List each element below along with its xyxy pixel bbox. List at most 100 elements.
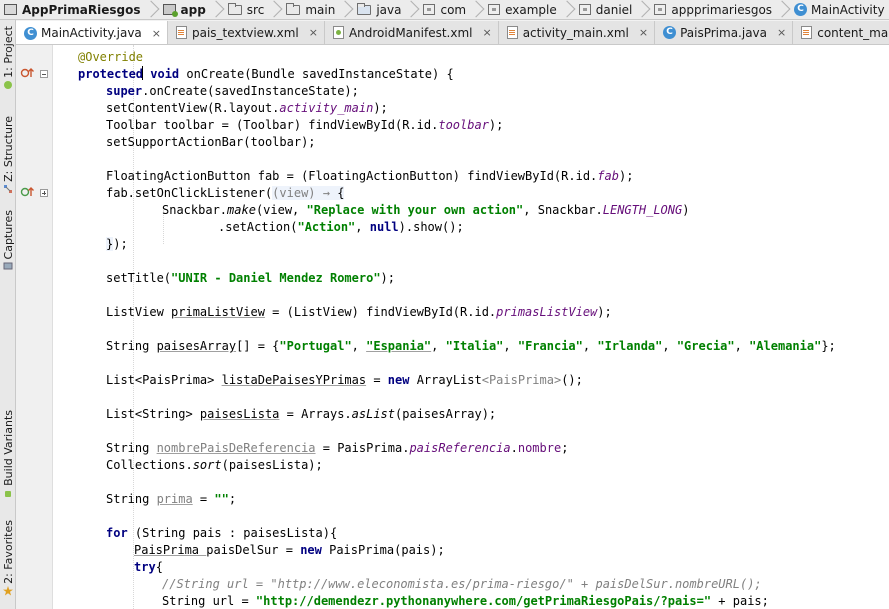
breadcrumb-label: daniel <box>595 2 633 17</box>
package-icon <box>423 4 436 15</box>
code-line-14: String paisesArray[] = {"Portugal", "Esp… <box>106 339 836 353</box>
code-line-5: Toolbar toolbar = (Toolbar) findViewById… <box>106 118 504 132</box>
breadcrumb-label: appprimariesgos <box>671 2 773 17</box>
implements-marker-icon[interactable] <box>20 186 36 198</box>
tab-label: content_main.xml <box>817 25 889 40</box>
project-icon <box>4 4 17 15</box>
code-editor[interactable]: @Override protected void onCreate(Bundle… <box>53 45 889 609</box>
code-line-16: List<String> paisesLista = Arrays.asList… <box>106 407 497 421</box>
override-marker-icon[interactable] <box>20 67 36 79</box>
code-line-7: FloatingActionButton fab = (FloatingActi… <box>106 169 634 183</box>
code-line-3: super.onCreate(savedInstanceState); <box>106 84 359 98</box>
code-line-23: //String url = "http://www.eleconomista.… <box>162 577 762 591</box>
chevron-right-icon <box>561 0 573 20</box>
manifest-file-icon <box>332 26 344 39</box>
build-variants-tool-tab[interactable]: Build Variants <box>0 410 16 500</box>
package-icon <box>488 4 501 15</box>
fold-plus-icon[interactable] <box>40 189 48 197</box>
xml-file-icon <box>801 26 813 39</box>
android-icon <box>4 80 12 89</box>
breadcrumb-project[interactable]: AppPrimaRiesgos <box>0 0 159 20</box>
code-line-1: @Override <box>78 50 144 64</box>
package-icon <box>578 4 591 15</box>
code-line-2: protected void onCreate(Bundle savedInst… <box>78 66 454 81</box>
navigation-breadcrumb: AppPrimaRiesgos app src main java com ex… <box>0 0 889 20</box>
code-line-6: setSupportActionBar(toolbar); <box>106 135 316 149</box>
build-variants-tool-label: Build Variants <box>1 410 15 486</box>
code-line-19: String prima = ""; <box>106 492 237 506</box>
code-line-21: PaisPrima paisDelSur = new PaisPrima(pai… <box>134 543 445 557</box>
code-line-15: List<PaisPrima> listaDePaisesYPrimas = n… <box>106 373 583 387</box>
close-icon[interactable]: × <box>482 26 491 39</box>
breadcrumb-example[interactable]: example <box>484 0 575 20</box>
code-line-20: for (String pais : paisesLista){ <box>106 526 338 540</box>
chevron-right-icon <box>470 0 482 20</box>
code-line-24: String url = "http://demendezr.pythonany… <box>162 594 769 608</box>
code-line-17: String nombrePaisDeReferencia = PaisPrim… <box>106 441 569 455</box>
package-icon <box>654 4 667 15</box>
breadcrumb-mainactivity[interactable]: C MainActivity <box>790 0 887 20</box>
tab-label: PaisPrima.java <box>680 25 768 40</box>
tab-pais-textview-xml[interactable]: pais_textview.xml × <box>168 21 325 44</box>
breadcrumb-label: app <box>180 2 206 17</box>
star-icon <box>3 585 13 596</box>
code-line-18: Collections.sort(paisesLista); <box>106 458 323 472</box>
breadcrumb-java[interactable]: java <box>353 0 419 20</box>
class-icon: C <box>24 26 37 40</box>
project-tool-label: 1: Project <box>1 26 15 78</box>
left-tool-strip: 1: Project Z: Structure Captures Build V… <box>0 20 16 609</box>
code-line-12: setTitle("UNIR - Daniel Mendez Romero"); <box>106 271 395 285</box>
favorites-tool-tab[interactable]: 2: Favorites <box>0 520 16 598</box>
tab-mainactivity-java[interactable]: C MainActivity.java × <box>16 21 168 44</box>
captures-tool-tab[interactable]: Captures <box>0 210 16 273</box>
folder-icon <box>286 2 301 15</box>
breadcrumb-label: AppPrimaRiesgos <box>22 2 141 17</box>
code-line-10: .setAction("Action", null).show(); <box>218 220 464 234</box>
editor-tabs: C MainActivity.java × pais_textview.xml × A… <box>16 21 889 45</box>
breadcrumb-label: java <box>376 2 402 17</box>
breadcrumb-label: MainActivity <box>811 2 885 17</box>
chevron-right-icon <box>268 0 280 20</box>
editor-gutter <box>16 45 53 609</box>
xml-file-icon <box>176 26 187 39</box>
captures-icon <box>3 262 13 270</box>
chevron-right-icon <box>636 0 648 20</box>
chevron-right-icon <box>776 0 788 20</box>
chevron-right-icon <box>210 0 222 20</box>
tab-paisprima-java[interactable]: C PaisPrima.java × <box>655 21 794 44</box>
breadcrumb-com[interactable]: com <box>419 0 484 20</box>
breadcrumb-src[interactable]: src <box>224 0 283 20</box>
fold-minus-icon[interactable] <box>40 70 48 78</box>
close-icon[interactable]: × <box>639 26 648 39</box>
class-icon: C <box>663 26 677 39</box>
close-icon[interactable]: × <box>152 27 161 40</box>
code-line-9: Snackbar.make(view, "Replace with your o… <box>162 203 690 217</box>
breadcrumb-label: example <box>505 2 557 17</box>
tab-label: pais_textview.xml <box>192 25 299 40</box>
tab-activity-main-xml[interactable]: activity_main.xml × <box>499 21 656 44</box>
captures-tool-label: Captures <box>1 210 15 260</box>
close-icon[interactable]: × <box>309 26 318 39</box>
tab-label: activity_main.xml <box>522 25 629 40</box>
folder-icon <box>227 2 242 15</box>
tab-content-main-xml[interactable]: content_main.xml× <box>793 21 889 44</box>
breadcrumb-appprimariesgos[interactable]: appprimariesgos <box>650 0 790 20</box>
source-folder-icon <box>357 2 372 15</box>
tab-androidmanifest-xml[interactable]: AndroidManifest.xml × <box>325 21 499 44</box>
code-line-13: ListView primaListView = (ListView) find… <box>106 305 612 319</box>
project-tool-tab[interactable]: 1: Project <box>0 26 16 92</box>
xml-file-icon <box>506 26 518 39</box>
code-line-8: fab.setOnClickListener((view) → { <box>106 186 345 200</box>
structure-tool-tab[interactable]: Z: Structure <box>0 116 16 196</box>
breadcrumb-main[interactable]: main <box>282 0 353 20</box>
android-icon <box>5 490 11 497</box>
breadcrumb-label: com <box>440 2 467 17</box>
class-icon: C <box>794 3 808 16</box>
code-line-4: setContentView(R.layout.activity_main); <box>106 101 388 115</box>
breadcrumb-label: main <box>305 2 336 17</box>
close-icon[interactable]: × <box>777 26 786 39</box>
breadcrumb-module[interactable]: app <box>159 0 224 20</box>
breadcrumb-daniel[interactable]: daniel <box>575 0 651 20</box>
code-line-22: try{ <box>134 560 163 574</box>
chevron-right-icon <box>339 0 351 20</box>
